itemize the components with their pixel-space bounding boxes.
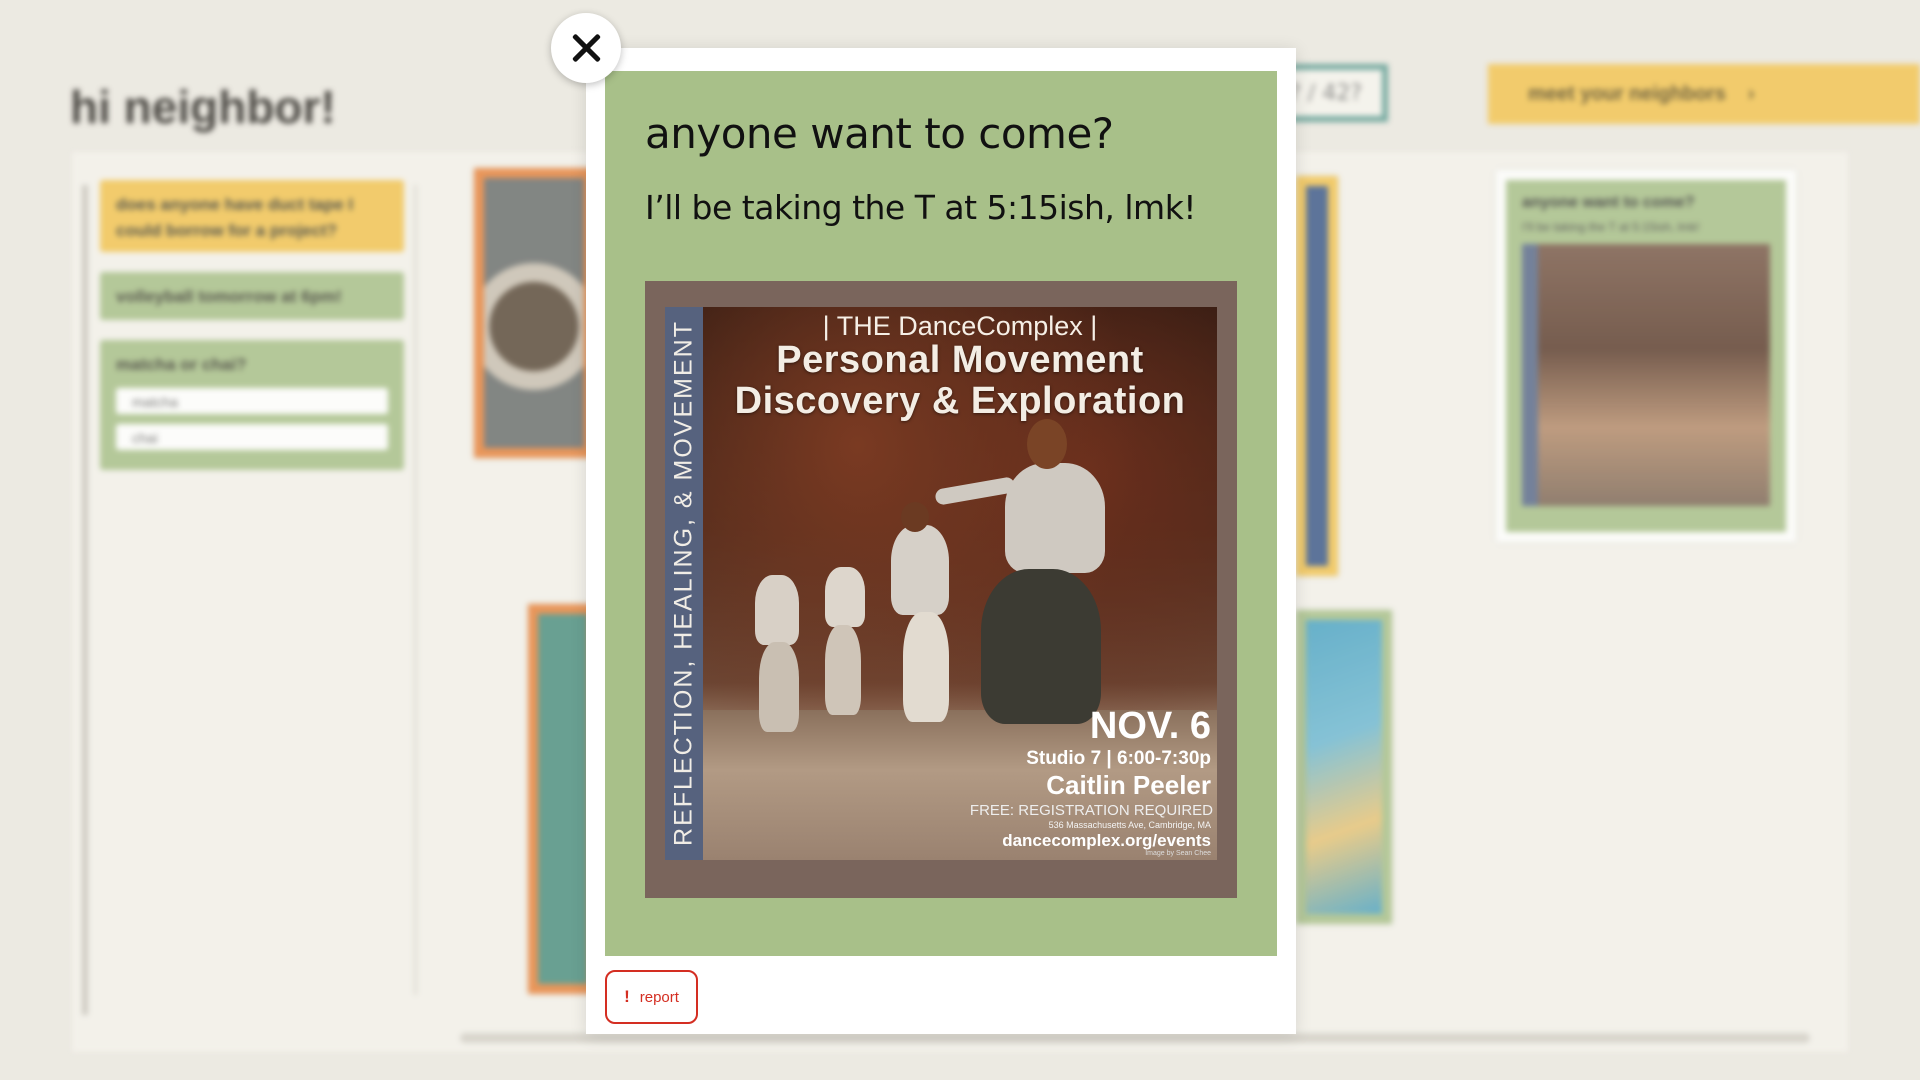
dancer-head: [901, 502, 929, 532]
poster-date: NOV. 6: [1089, 705, 1211, 747]
report-label: report: [639, 988, 679, 1006]
dancer-figure: [755, 575, 799, 645]
poster-credit: Image by Sean Chee: [1145, 850, 1211, 857]
poster-side-band: REFLECTION, HEALING, & MOVEMENT: [665, 307, 703, 860]
note-title: anyone want to come?: [645, 109, 1114, 158]
poster-address: 536 Massachusetts Ave, Cambridge, MA: [1048, 820, 1211, 830]
poster: REFLECTION, HEALING, & MOVEMENT | THE Da…: [665, 307, 1217, 860]
poster-url: dancecomplex.org/events: [1002, 831, 1211, 850]
event-poster-image: REFLECTION, HEALING, & MOVEMENT | THE Da…: [645, 281, 1237, 898]
close-button[interactable]: [551, 13, 621, 83]
dancer-figure: [981, 569, 1101, 724]
poster-instructor: Caitlin Peeler: [1046, 770, 1211, 800]
note-detail-modal: anyone want to come? I’ll be taking the …: [586, 48, 1296, 1034]
note-body: I’ll be taking the T at 5:15ish, lmk!: [645, 188, 1197, 227]
alert-icon: !: [624, 987, 630, 1006]
close-icon: [571, 33, 601, 63]
dancer-figure: [1005, 463, 1105, 573]
dancer-figure: [891, 525, 949, 615]
report-button[interactable]: ! report: [605, 970, 698, 1024]
poster-brand: | THE DanceComplex |: [822, 311, 1098, 341]
poster-headline: Personal Movement: [776, 339, 1144, 381]
poster-studio-time: Studio 7 | 6:00-7:30p: [1026, 748, 1211, 769]
poster-side-text: REFLECTION, HEALING, & MOVEMENT: [669, 320, 698, 846]
poster-headline: Discovery & Exploration: [734, 380, 1186, 422]
dancer-figure: [759, 642, 799, 732]
poster-registration: FREE: REGISTRATION REQUIRED: [969, 802, 1213, 819]
dancer-figure: [825, 625, 861, 715]
note-card-expanded: anyone want to come? I’ll be taking the …: [605, 71, 1277, 956]
dancer-head: [1027, 419, 1067, 469]
dancer-figure: [825, 567, 865, 627]
dancer-figure: [903, 612, 949, 722]
